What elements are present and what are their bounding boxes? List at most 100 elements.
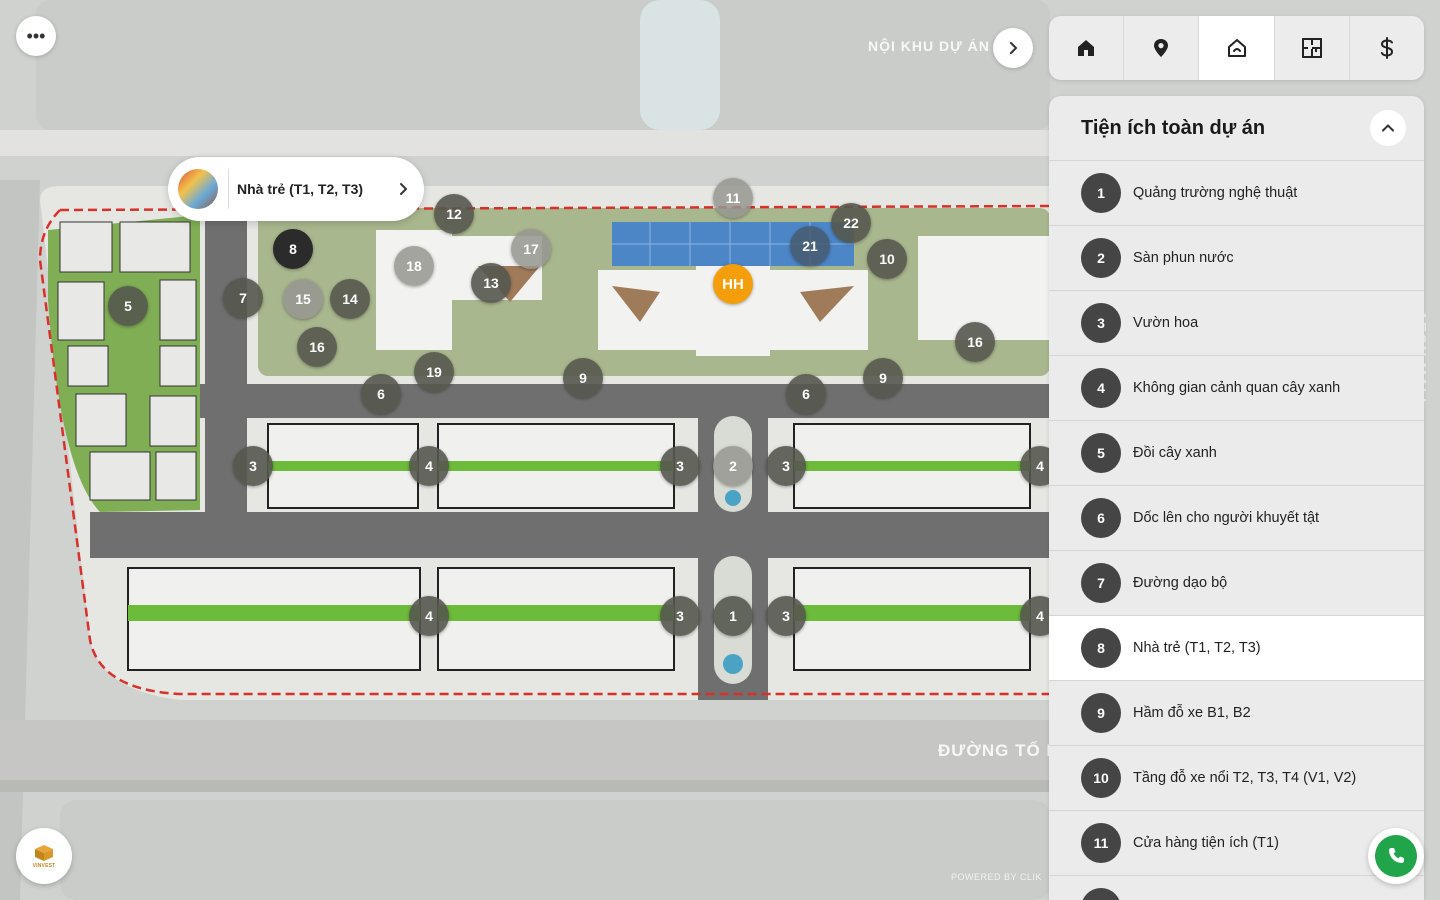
map-marker[interactable]: 5 [108, 286, 148, 326]
map-marker[interactable]: 10 [867, 239, 907, 279]
amenity-item-selected[interactable]: 8 Nhà trẻ (T1, T2, T3) [1049, 616, 1424, 681]
amenity-item[interactable]: 5 Đồi cây xanh [1049, 421, 1424, 486]
amenity-item[interactable]: 4 Không gian cảnh quan cây xanh [1049, 356, 1424, 421]
tab-amenities[interactable] [1199, 16, 1275, 80]
location-pin-icon [1154, 39, 1169, 57]
amenity-number: 7 [1081, 563, 1121, 603]
map-marker[interactable]: 14 [330, 279, 370, 319]
call-button-inner [1375, 835, 1417, 877]
more-dots-icon: ••• [26, 25, 46, 46]
amenity-item[interactable]: 1 Quảng trường nghệ thuật [1049, 161, 1424, 226]
road-label: ĐƯỜNG TỐ H [938, 741, 1060, 760]
map-marker[interactable]: 9 [863, 358, 903, 398]
developer-logo-button[interactable]: VINVEST [16, 828, 72, 884]
amenity-number: 6 [1081, 498, 1121, 538]
powered-by-label: POWERED BY CLIK [951, 872, 1042, 882]
tab-pricing[interactable] [1350, 16, 1424, 80]
inner-area-label: NỘI KHU DỰ ÁN [868, 38, 990, 54]
map-marker[interactable]: 16 [297, 327, 337, 367]
map-marker[interactable]: 6 [361, 374, 401, 414]
amenity-label: Không gian cảnh quan cây xanh [1133, 380, 1341, 396]
map-marker[interactable]: 1 [713, 596, 753, 636]
logo-text: VINVEST [32, 862, 56, 869]
map-marker[interactable]: 9 [563, 358, 603, 398]
map-marker[interactable]: 3 [660, 596, 700, 636]
call-button[interactable] [1368, 828, 1424, 884]
dollar-icon [1380, 37, 1393, 59]
map-marker[interactable]: 3 [766, 596, 806, 636]
amenity-number: 1 [1081, 173, 1121, 213]
amenity-item[interactable]: 6 Dốc lên cho người khuyết tật [1049, 486, 1424, 551]
amenity-number: 8 [1081, 628, 1121, 668]
amenity-label: Đồi cây xanh [1133, 445, 1217, 461]
chevron-right-icon [400, 183, 407, 195]
map-marker[interactable]: 19 [414, 352, 454, 392]
popup-thumbnail [178, 169, 218, 209]
popup-open-button[interactable] [392, 178, 414, 200]
home-icon [1078, 40, 1095, 56]
tab-location[interactable] [1124, 16, 1200, 80]
map-marker[interactable]: 15 [283, 279, 323, 319]
inner-area-next-button[interactable] [993, 28, 1033, 68]
collapse-panel-button[interactable] [1370, 110, 1406, 146]
map-marker[interactable]: 7 [223, 278, 263, 318]
map-marker[interactable]: 13 [471, 263, 511, 303]
floorplan-icon [1301, 38, 1322, 58]
map-marker[interactable]: 22 [831, 203, 871, 243]
tab-home[interactable] [1049, 16, 1125, 80]
map-marker[interactable]: 3 [766, 446, 806, 486]
amenity-label: Cửa hàng tiện ích (T1) [1133, 835, 1279, 851]
amenities-panel: Tiện ích toàn dự án 1 Quảng trường nghệ … [1049, 96, 1424, 900]
amenity-item[interactable] [1049, 876, 1424, 900]
map-marker-selected[interactable]: 8 [273, 229, 313, 269]
amenity-label: Hầm đỗ xe B1, B2 [1133, 705, 1251, 721]
map-marker[interactable]: 18 [394, 246, 434, 286]
popup-divider [228, 169, 229, 209]
tab-floorplan[interactable] [1275, 16, 1350, 80]
map-marker[interactable]: 4 [409, 446, 449, 486]
amenity-item[interactable]: 3 Vườn hoa [1049, 291, 1424, 356]
amenity-number: 4 [1081, 368, 1121, 408]
amenity-label: Vườn hoa [1133, 315, 1199, 331]
amenity-label: Tầng đỗ xe nổi T2, T3, T4 (V1, V2) [1133, 770, 1357, 786]
phone-icon [1389, 848, 1404, 863]
amenity-number: 9 [1081, 693, 1121, 733]
logo-icon [35, 844, 53, 861]
map-marker[interactable]: 11 [713, 178, 753, 218]
amenity-item[interactable]: 11 Cửa hàng tiện ích (T1) [1049, 811, 1424, 876]
amenity-item[interactable]: 9 Hầm đỗ xe B1, B2 [1049, 681, 1424, 746]
map-marker[interactable]: 3 [233, 446, 273, 486]
amenity-number: 11 [1081, 823, 1121, 863]
map-marker[interactable]: 17 [511, 229, 551, 269]
map-marker-hh[interactable]: HH [713, 264, 753, 304]
amenities-icon [1227, 39, 1246, 57]
map-marker[interactable]: 3 [660, 446, 700, 486]
amenity-item[interactable]: 7 Đường dạo bộ [1049, 551, 1424, 616]
map-marker[interactable]: 6 [786, 374, 826, 414]
amenity-label: Nhà trẻ (T1, T2, T3) [1133, 640, 1261, 656]
chevron-up-icon [1382, 124, 1394, 132]
amenity-label: Đường dạo bộ [1133, 575, 1228, 591]
map-marker[interactable]: 12 [434, 194, 474, 234]
map-marker[interactable]: 21 [790, 226, 830, 266]
panel-title: Tiện ích toàn dự án [1081, 116, 1266, 139]
map-marker[interactable]: 16 [955, 322, 995, 362]
amenity-item[interactable]: 10 Tầng đỗ xe nổi T2, T3, T4 (V1, V2) [1049, 746, 1424, 811]
amenity-label: Dốc lên cho người khuyết tật [1133, 510, 1320, 526]
popup-title: Nhà trẻ (T1, T2, T3) [237, 181, 364, 197]
more-options-button[interactable]: ••• [16, 16, 56, 56]
amenity-label: Quảng trường nghệ thuật [1133, 185, 1298, 201]
top-tab-bar [1049, 16, 1424, 80]
map-marker[interactable]: 2 [713, 446, 753, 486]
panel-header: Tiện ích toàn dự án [1049, 96, 1424, 161]
amenity-number: 5 [1081, 433, 1121, 473]
amenity-item[interactable]: 2 Sàn phun nước [1049, 226, 1424, 291]
amenity-label: Sàn phun nước [1133, 250, 1234, 266]
chevron-right-icon [1010, 42, 1017, 54]
amenity-number: 2 [1081, 238, 1121, 278]
map-marker[interactable]: 4 [409, 596, 449, 636]
amenity-number [1081, 888, 1121, 900]
amenity-number: 10 [1081, 758, 1121, 798]
marker-popup[interactable]: Nhà trẻ (T1, T2, T3) [168, 157, 424, 221]
amenities-list: 1 Quảng trường nghệ thuật 2 Sàn phun nướ… [1049, 161, 1424, 900]
